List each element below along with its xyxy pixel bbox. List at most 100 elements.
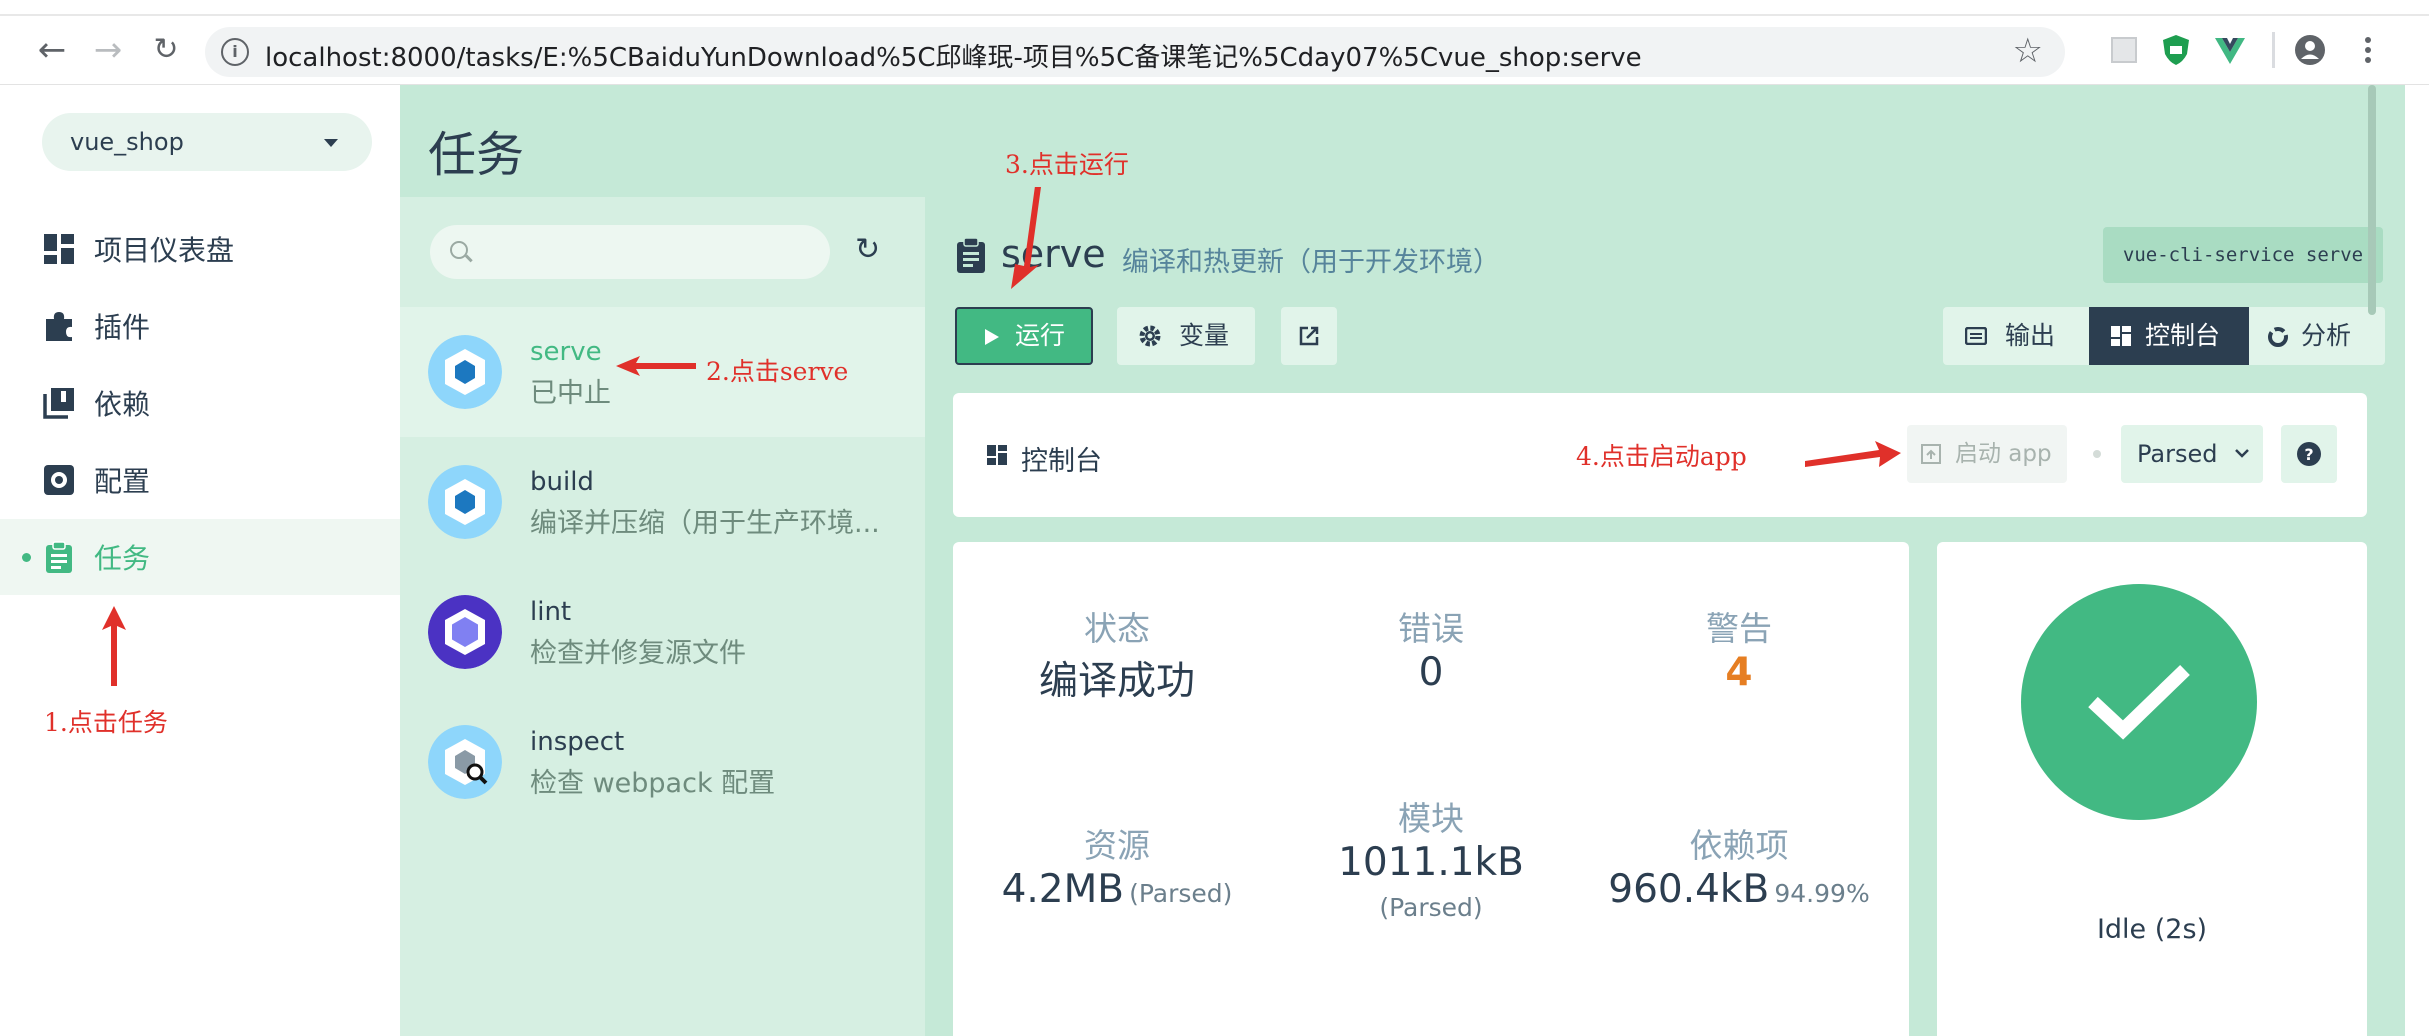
search-icon — [450, 241, 468, 259]
command-badge: vue-cli-service serve — [2103, 227, 2383, 283]
task-name: build — [530, 467, 594, 497]
task-item-build[interactable]: build 编译并压缩（用于生产环境... — [400, 437, 925, 567]
stat-value: 4 — [1725, 650, 1753, 695]
sidebar-item-label: 插件 — [94, 311, 151, 344]
play-icon — [985, 329, 999, 345]
sidebar-item-config[interactable]: 配置 — [0, 442, 400, 518]
donut-chart-icon — [2268, 327, 2288, 347]
console-output-icon — [1965, 327, 1987, 345]
task-name: lint — [530, 597, 572, 627]
stat-value: 0 — [1418, 650, 1444, 695]
task-search-input[interactable] — [430, 225, 830, 279]
variables-button[interactable]: 变量 — [1117, 307, 1255, 365]
tab-output[interactable]: 输出 — [1943, 307, 2089, 365]
active-indicator — [22, 553, 31, 562]
tab-output-label: 输出 — [2005, 321, 2056, 350]
scrollbar[interactable] — [2368, 85, 2376, 315]
sidebar-item-plugins[interactable]: 插件 — [0, 288, 400, 364]
settings-icon — [44, 465, 74, 495]
main-content: 任务 ↻ serve 已中止 build 编译并压缩（用于生产环境... lin… — [400, 85, 2405, 1036]
run-button[interactable]: 运行 — [955, 307, 1093, 365]
annotation-arrow-4 — [1805, 441, 1901, 467]
puzzle-icon — [46, 312, 72, 341]
profile-avatar-icon[interactable] — [2292, 32, 2328, 68]
shield-extension-icon[interactable] — [2158, 32, 2194, 68]
stat-status: 状态 编译成功 — [967, 602, 1267, 706]
task-desc: 已中止 — [530, 378, 611, 409]
stat-label: 状态 — [1084, 609, 1150, 648]
annotation-arrow-1 — [102, 606, 126, 686]
stat-label: 资源 — [1084, 826, 1150, 865]
annotation-click-serve: 2.点击serve — [706, 357, 849, 386]
stat-errors: 错误 0 — [1281, 602, 1581, 695]
project-select-label: vue_shop — [70, 128, 184, 156]
sidebar-item-dependencies[interactable]: 依赖 — [0, 365, 400, 441]
dashboard-toolbar: 控制台 4.点击启动app 启动 app Parsed ? — [953, 393, 2367, 517]
size-mode-select[interactable]: Parsed — [2121, 425, 2263, 483]
tab-analyze[interactable]: 分析 — [2249, 307, 2385, 365]
stats-card: 状态 编译成功 错误 0 警告 4 资源 4.2MB (Parsed) 模块 1… — [953, 542, 1909, 1036]
sidebar-item-label: 项目仪表盘 — [94, 234, 235, 267]
task-desc: 检查 webpack 配置 — [530, 768, 776, 799]
separator-dot — [2093, 450, 2101, 458]
task-list-pane: ↻ serve 已中止 build 编译并压缩（用于生产环境... lint 检… — [400, 197, 925, 1036]
vue-devtools-icon[interactable] — [2212, 32, 2248, 68]
tab-dashboard-label: 控制台 — [2145, 321, 2221, 350]
stat-label: 依赖项 — [1689, 826, 1789, 865]
library-icon — [43, 388, 74, 419]
view-toggle: 输出 控制台 分析 — [1943, 307, 2385, 365]
sidebar-item-label: 配置 — [94, 465, 151, 498]
checkmark-icon — [2088, 664, 2190, 740]
idle-status-text: Idle (2s) — [2096, 914, 2208, 945]
task-detail-pane: serve 编译和热更新（用于开发环境） vue-cli-service ser… — [925, 150, 2405, 1036]
task-desc: 检查并修复源文件 — [530, 638, 746, 669]
help-button[interactable]: ? — [2281, 425, 2337, 483]
task-item-lint[interactable]: lint 检查并修复源文件 — [400, 567, 925, 697]
bookmark-star-icon[interactable]: ☆ — [2013, 31, 2043, 71]
tab-analyze-label: 分析 — [2301, 321, 2352, 350]
stat-dependencies: 依赖项 960.4kB 94.99% — [1589, 819, 1889, 912]
open-external-button[interactable] — [1281, 307, 1337, 365]
status-card: Idle (2s) — [1937, 542, 2367, 1036]
dashboard-icon — [2111, 326, 2131, 346]
stat-label: 模块 — [1398, 799, 1464, 838]
sidebar: vue_shop 项目仪表盘 插件 依赖 配置 任务 1.点击任务 — [0, 85, 400, 1036]
annotation-arrow-3 — [1011, 187, 1041, 289]
variables-button-label: 变量 — [1179, 321, 1230, 350]
task-item-inspect[interactable]: inspect 检查 webpack 配置 — [400, 697, 925, 827]
url-text[interactable]: localhost:8000/tasks/E:%5CBaiduYunDownlo… — [265, 37, 1642, 74]
success-status-circle — [2021, 584, 2257, 820]
sidebar-item-tasks[interactable]: 任务 — [0, 519, 400, 595]
tab-strip-edge — [0, 14, 2429, 16]
stat-sub: (Parsed) — [1379, 893, 1483, 922]
project-select[interactable]: vue_shop — [42, 113, 372, 171]
browser-menu-icon[interactable] — [2350, 32, 2386, 68]
start-app-button[interactable]: 启动 app — [1907, 425, 2067, 483]
help-icon: ? — [2297, 442, 2321, 466]
task-name: serve — [530, 337, 602, 367]
forward-arrow-icon[interactable]: → — [88, 30, 128, 70]
sidebar-item-dashboard[interactable]: 项目仪表盘 — [0, 211, 400, 287]
run-button-label: 运行 — [1015, 321, 1066, 350]
reload-icon[interactable]: ↻ — [146, 30, 186, 70]
stat-value: 编译成功 — [1038, 659, 1195, 704]
stat-value: 4.2MB — [1001, 867, 1124, 912]
dashboard-title: 控制台 — [1021, 446, 1102, 477]
refresh-icon[interactable]: ↻ — [855, 235, 880, 265]
back-arrow-icon[interactable]: ← — [32, 30, 72, 70]
extension-blank-icon[interactable] — [2106, 32, 2142, 68]
site-info-icon[interactable]: i — [221, 38, 249, 66]
annotation-click-tasks: 1.点击任务 — [44, 708, 168, 737]
gear-icon — [1139, 325, 1161, 347]
address-bar[interactable]: i localhost:8000/tasks/E:%5CBaiduYunDown… — [205, 27, 2065, 77]
annotation-arrow-2 — [616, 356, 696, 376]
stat-modules: 模块 1011.1kB (Parsed) — [1281, 792, 1581, 922]
stat-value: 1011.1kB — [1338, 840, 1524, 885]
clipboard-icon — [46, 541, 72, 573]
stat-label: 警告 — [1706, 609, 1772, 648]
start-app-label: 启动 app — [1955, 441, 2052, 467]
window-edge — [2405, 85, 2429, 1036]
tab-dashboard[interactable]: 控制台 — [2089, 307, 2249, 365]
stat-warnings: 警告 4 — [1589, 602, 1889, 695]
svg-text:?: ? — [2304, 445, 2313, 464]
